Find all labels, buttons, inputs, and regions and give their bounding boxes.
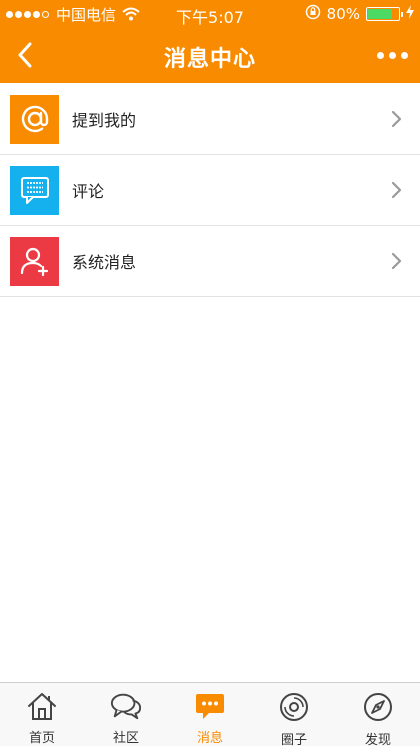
chevron-right-icon — [391, 181, 402, 199]
tab-label: 发现 — [364, 733, 391, 746]
wifi-icon — [122, 7, 140, 21]
tab-bar: 首页 社区 消息 圈子 发现 — [0, 682, 420, 746]
tab-home[interactable]: 首页 — [0, 683, 84, 746]
message-icon — [194, 691, 226, 721]
charging-icon — [406, 5, 414, 23]
user-add-icon — [10, 236, 59, 286]
list-item-system-messages[interactable]: 系统消息 — [0, 226, 420, 297]
page-title: 消息中心 — [163, 47, 256, 72]
tab-label: 消息 — [196, 731, 223, 746]
tab-circles[interactable]: 圈子 — [252, 683, 336, 746]
tab-discover[interactable]: 发现 — [336, 683, 420, 746]
chat-bubbles-icon — [110, 691, 142, 721]
home-icon — [26, 691, 58, 721]
status-bar: 中国电信 下午5:07 80% — [0, 0, 420, 28]
battery-percent: 80% — [326, 5, 360, 23]
list-item-label: 系统消息 — [72, 253, 137, 272]
tab-messages[interactable]: 消息 — [168, 683, 252, 746]
nav-bar: 消息中心 — [0, 28, 420, 83]
comment-icon — [10, 165, 59, 215]
tab-label: 社区 — [112, 731, 139, 746]
battery-icon — [366, 7, 403, 21]
more-dots-icon — [376, 51, 384, 59]
status-time: 下午5:07 — [176, 8, 244, 27]
at-icon — [10, 94, 59, 144]
list-item-label: 评论 — [72, 182, 105, 201]
list-item-label: 提到我的 — [72, 111, 137, 130]
message-list: 提到我的 评论 系统消息 — [0, 84, 420, 297]
chevron-right-icon — [391, 110, 402, 128]
tab-label: 圈子 — [280, 733, 307, 746]
tab-label: 首页 — [28, 731, 55, 746]
carrier-name: 中国电信 — [56, 5, 117, 24]
signal-strength-icon — [6, 10, 49, 18]
orientation-lock-icon — [305, 4, 321, 24]
disc-icon — [278, 691, 310, 723]
list-item-comments[interactable]: 评论 — [0, 155, 420, 226]
tab-community[interactable]: 社区 — [84, 683, 168, 746]
compass-icon — [362, 691, 394, 723]
more-button[interactable] — [374, 40, 410, 70]
chevron-right-icon — [391, 252, 402, 270]
list-item-mentions[interactable]: 提到我的 — [0, 84, 420, 155]
